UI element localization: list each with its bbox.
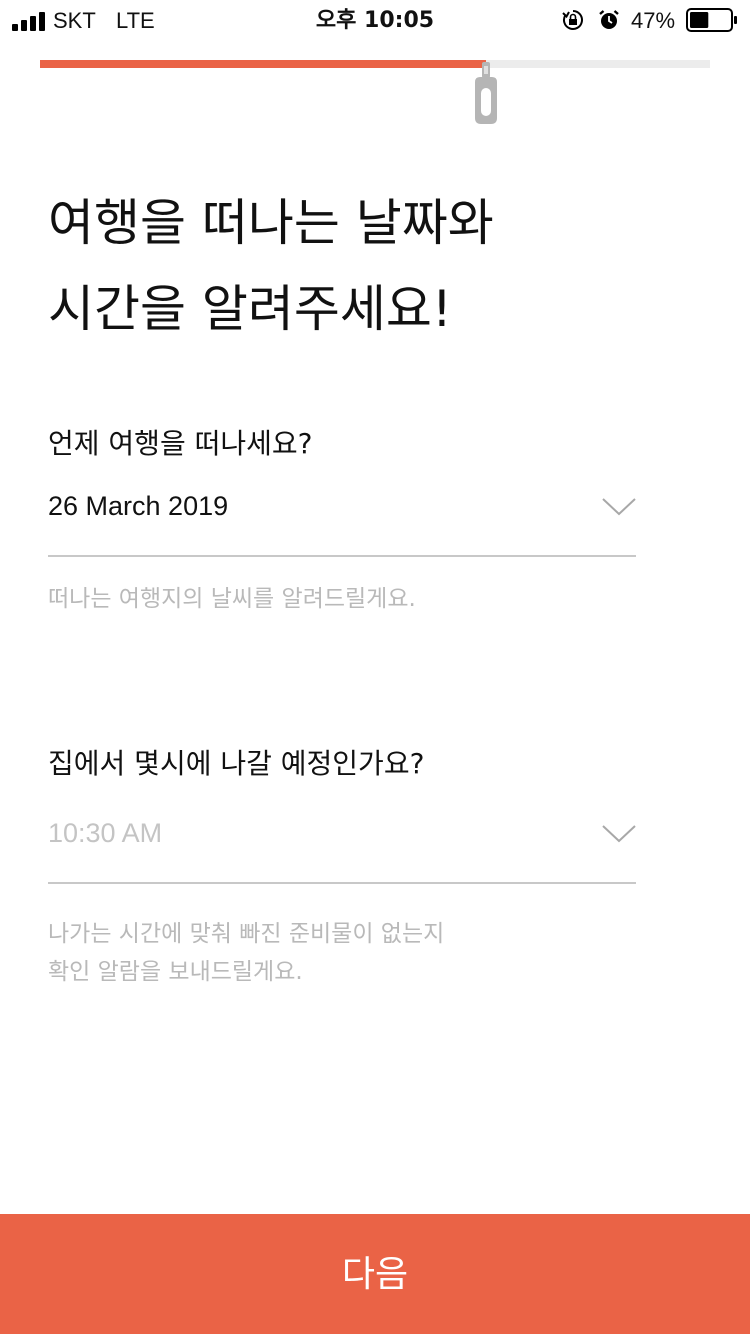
date-field-underline [48, 555, 636, 557]
rotation-lock-icon [562, 10, 583, 30]
date-helper-text: 떠나는 여행지의 날씨를 알려드릴게요. [48, 586, 416, 612]
date-value: 26 March 2019 [48, 491, 229, 521]
time-helper-line-2: 확인 알람을 보내드릴게요. [48, 959, 303, 985]
progress-fill [40, 60, 486, 68]
time-select[interactable]: 10:30 AM [48, 807, 636, 883]
alarm-icon [599, 10, 619, 29]
page-title-line-2: 시간을 알려주세요! [48, 280, 452, 338]
time-helper-line-1: 나가는 시간에 맞춰 빠진 준비물이 없는지 [48, 921, 445, 947]
zipper-icon [475, 62, 497, 124]
time-field-label: 집에서 몇시에 나갈 예정인가요? [48, 747, 425, 780]
status-bar: SKT LTE 오후 10:05 47% [0, 0, 750, 40]
battery-icon [686, 8, 737, 32]
page-title: 여행을 떠나는 날짜와 시간을 알려주세요! [48, 180, 708, 352]
time-field-underline [48, 882, 636, 884]
next-button[interactable]: 다음 [0, 1214, 750, 1334]
chevron-down-icon [602, 498, 636, 516]
date-field-label: 언제 여행을 떠나세요? [48, 427, 313, 460]
page-title-line-1: 여행을 떠나는 날짜와 [48, 194, 494, 252]
progress-bar [40, 60, 710, 68]
time-value-placeholder: 10:30 AM [48, 818, 163, 848]
date-select[interactable]: 26 March 2019 [48, 480, 636, 556]
battery-percent: 47% [631, 8, 676, 33]
chevron-down-icon [602, 825, 636, 843]
time-helper-text: 나가는 시간에 맞춰 빠진 준비물이 없는지 확인 알람을 보내드릴게요. [48, 915, 444, 991]
